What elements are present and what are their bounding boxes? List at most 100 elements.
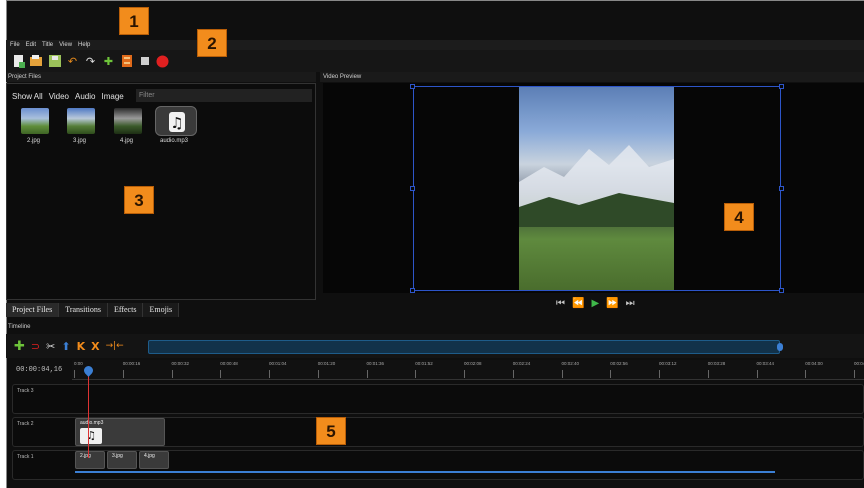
next-marker-icon[interactable]: X <box>91 340 99 353</box>
file-thumbnail-2jpg[interactable] <box>21 108 49 134</box>
timeline-zoom-handle[interactable] <box>777 343 783 351</box>
save-project-icon[interactable] <box>48 55 61 68</box>
ruler-tick <box>464 370 465 378</box>
fullscreen-icon[interactable] <box>138 55 151 68</box>
callout-badge-3: 3 <box>124 186 154 214</box>
tab-effects[interactable]: Effects <box>107 303 144 317</box>
menu-title[interactable]: Title <box>42 42 53 48</box>
track-name: Track 1 <box>17 454 34 460</box>
file-thumbnail-3jpg[interactable] <box>67 108 95 134</box>
file-label-2jpg: 2.jpg <box>27 138 41 144</box>
transform-handle[interactable] <box>410 84 415 89</box>
tab-project-files[interactable]: Project Files <box>6 303 60 317</box>
track-row[interactable]: Track 2 audio.mp3 ♫ <box>12 417 864 447</box>
main-toolbar: ↶ ↷ ✚ <box>6 50 864 72</box>
filter-show-all[interactable]: Show All <box>12 92 43 101</box>
ruler-tick <box>269 370 270 378</box>
ruler-tick <box>805 370 807 378</box>
track-row[interactable]: Track 1 2.jpg 3.jpg 4.jpg <box>12 450 864 480</box>
filter-video[interactable]: Video <box>49 92 69 101</box>
menu-bar: File Edit Title View Help <box>6 40 864 50</box>
transform-handle[interactable] <box>410 288 415 293</box>
video-preview-header: Video Preview <box>320 72 864 82</box>
clip-image[interactable]: 3.jpg <box>107 451 137 469</box>
clip-name: 4.jpg <box>144 453 155 459</box>
clip-name: audio.mp3 <box>80 420 104 426</box>
menu-help[interactable]: Help <box>78 42 90 48</box>
timeline-ruler[interactable]: 0:00 00:00:16 00:00:32 00:00:48 00:01:04 00:0… <box>72 360 864 380</box>
clip-image[interactable]: 4.jpg <box>139 451 169 469</box>
ruler-tick-label: 00:03:44 <box>756 361 775 366</box>
ruler-tick <box>659 370 660 378</box>
jump-end-icon[interactable]: ⏭ <box>626 298 635 309</box>
playback-controls: ⏮ ⏪ ▶ ⏩ ⏭ <box>556 298 635 309</box>
ruler-tick-label: 00:00:16 <box>122 361 141 366</box>
ruler-tick <box>707 370 709 378</box>
tab-transitions[interactable]: Transitions <box>59 303 108 317</box>
jump-start-icon[interactable]: ⏮ <box>556 298 565 309</box>
transform-handle[interactable] <box>779 288 784 293</box>
track-row[interactable]: Track 3 <box>12 384 864 414</box>
open-project-icon[interactable] <box>30 55 43 68</box>
ruler-tick <box>74 370 75 378</box>
menu-file[interactable]: File <box>10 42 20 48</box>
timecode-display: 00:00:04,16 <box>16 366 63 374</box>
music-note-icon[interactable]: ♫ <box>155 106 197 136</box>
center-playhead-icon[interactable]: →|← <box>106 341 124 351</box>
ruler-tick <box>756 370 758 378</box>
rewind-icon[interactable]: ⏪ <box>572 298 584 309</box>
ruler-tick <box>317 370 319 378</box>
razor-icon[interactable]: ✂ <box>46 340 55 353</box>
callout-badge-4: 4 <box>724 203 754 231</box>
track-progress-line <box>75 471 775 473</box>
ruler-tick <box>610 370 612 378</box>
music-note-icon: ♫ <box>80 428 102 444</box>
ruler-tick <box>854 370 855 378</box>
choose-profile-icon[interactable] <box>120 55 133 68</box>
playhead-line[interactable] <box>88 368 89 458</box>
new-project-icon[interactable] <box>12 54 25 68</box>
ruler-tick-label: 00:02:56 <box>610 361 628 366</box>
filter-audio[interactable]: Audio <box>75 92 95 101</box>
transform-guide-box[interactable] <box>413 86 781 291</box>
ruler-tick <box>561 370 563 378</box>
ruler-tick <box>122 370 124 378</box>
clip-name: 2.jpg <box>80 453 91 459</box>
fast-forward-icon[interactable]: ⏩ <box>606 298 618 309</box>
file-thumbnail-4jpg[interactable] <box>114 108 142 134</box>
play-icon[interactable]: ▶ <box>591 298 599 309</box>
export-video-icon[interactable] <box>156 55 169 68</box>
ruler-tick <box>512 370 514 378</box>
tab-emojis[interactable]: Emojis <box>143 303 180 317</box>
previous-marker-icon[interactable]: K <box>77 340 86 353</box>
transform-handle[interactable] <box>410 186 415 191</box>
import-files-icon[interactable]: ✚ <box>102 55 115 68</box>
clip-image[interactable]: 2.jpg <box>75 451 105 469</box>
ruler-tick-label: 00:03:28 <box>707 361 726 366</box>
redo-icon[interactable]: ↷ <box>84 55 97 68</box>
track-name: Track 3 <box>17 388 34 394</box>
ruler-tick <box>220 370 222 378</box>
callout-badge-1: 1 <box>119 7 149 35</box>
ruler-tick <box>171 370 173 378</box>
filter-input[interactable]: Filter <box>136 89 312 102</box>
ruler-tick <box>415 370 417 378</box>
bottom-dock-tabs: Project Files Transitions Effects Emojis <box>6 303 180 317</box>
filter-image[interactable]: Image <box>101 92 123 101</box>
timeline-scroll-bar[interactable] <box>148 340 780 354</box>
ruler-tick-label: 00:02:08 <box>464 361 482 366</box>
callout-badge-5: 5 <box>316 417 346 445</box>
add-marker-icon[interactable]: ⬆ <box>61 340 70 353</box>
snapping-icon[interactable]: ⊃ <box>31 340 40 353</box>
ruler-tick-label: 00:02:40 <box>561 361 580 366</box>
file-label-4jpg: 4.jpg <box>120 138 134 144</box>
add-track-icon[interactable]: ✚ <box>14 339 25 354</box>
transform-handle[interactable] <box>779 84 784 89</box>
timeline-header: Timeline <box>8 324 31 330</box>
ruler-tick-label: 0:00 <box>74 361 83 366</box>
transform-handle[interactable] <box>779 186 784 191</box>
undo-icon[interactable]: ↶ <box>66 55 79 68</box>
ruler-tick-label: 00:00:32 <box>171 361 190 366</box>
menu-edit[interactable]: Edit <box>26 42 36 48</box>
menu-view[interactable]: View <box>59 42 72 48</box>
